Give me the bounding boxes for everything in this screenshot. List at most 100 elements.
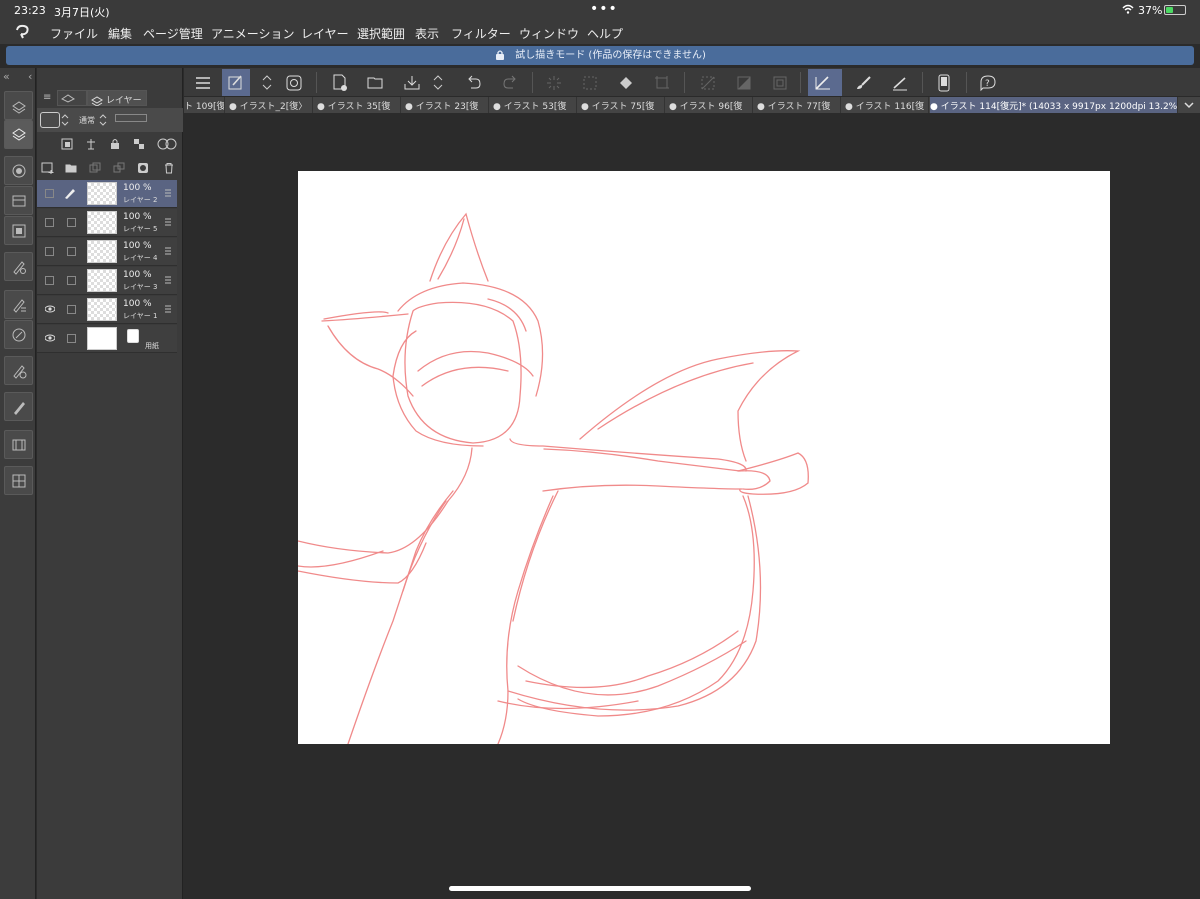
lock-layer-icon[interactable] [109, 138, 121, 150]
stepper-icon[interactable] [61, 113, 69, 127]
visibility-checkbox[interactable] [45, 247, 54, 256]
layer-menu-icon[interactable] [164, 246, 172, 256]
ruler-snap-button[interactable] [808, 69, 842, 96]
layer-menu-icon[interactable] [164, 304, 172, 314]
edit-mode-button[interactable] [222, 69, 250, 96]
blend-mode-swatch[interactable] [40, 112, 60, 128]
layer-row[interactable]: 100 % レイヤー 1 [37, 296, 177, 324]
document-tab[interactable]: ● イラスト 35[復 [317, 97, 401, 113]
layer-menu-icon[interactable] [164, 188, 172, 198]
menu-edit[interactable]: 編集 [108, 25, 132, 42]
merge-layer-icon[interactable] [113, 162, 125, 174]
new-file-button[interactable] [326, 69, 354, 96]
delete-layer-icon[interactable] [163, 162, 175, 174]
sub-view-button[interactable] [4, 216, 33, 245]
edit-target-checkbox[interactable] [67, 334, 76, 343]
menu-filter[interactable]: フィルター [451, 25, 511, 42]
reference-icon[interactable] [85, 138, 97, 150]
layer-menu-icon[interactable] [164, 275, 172, 285]
eye-icon[interactable] [45, 333, 55, 343]
invert-selection-button[interactable] [730, 69, 758, 96]
document-tab[interactable]: ● イラスト 53[復 [493, 97, 577, 113]
document-tab[interactable]: ● イラスト 116[復 [845, 97, 929, 113]
clear-selection-button[interactable] [540, 69, 568, 96]
fill-button[interactable] [612, 69, 640, 96]
open-file-button[interactable] [362, 69, 390, 96]
document-tab[interactable]: ● イラスト 23[復 [405, 97, 489, 113]
edit-target-checkbox[interactable] [67, 305, 76, 314]
menu-selection[interactable]: 選択範囲 [357, 25, 405, 42]
pen-tool-button[interactable] [4, 392, 33, 421]
menu-window[interactable]: ウィンドウ [519, 25, 579, 42]
layer-property-button[interactable] [4, 91, 33, 120]
help-button[interactable]: ? [974, 69, 1002, 96]
document-tab[interactable]: ● イラスト_2[復〉 [229, 97, 313, 113]
show-selection-button[interactable] [766, 69, 794, 96]
edit-target-checkbox[interactable] [67, 218, 76, 227]
paper-layer-row[interactable]: 用紙 [37, 325, 177, 353]
brush-size-button[interactable] [4, 356, 33, 385]
collapse-left-icon[interactable]: ‹ [28, 70, 32, 83]
document-tab[interactable]: ト 109[復 [184, 97, 225, 113]
undo-button[interactable] [460, 69, 488, 96]
layer-row[interactable]: 100 % レイヤー 3 [37, 267, 177, 295]
navigator-button[interactable] [4, 156, 33, 185]
visibility-checkbox[interactable] [45, 189, 54, 198]
timeline-button[interactable] [4, 430, 33, 459]
layer-row[interactable]: 100 % レイヤー 5 [37, 209, 177, 237]
eye-icon[interactable] [45, 304, 55, 314]
copy-layer-icon[interactable] [89, 162, 101, 174]
companion-mode-button[interactable] [280, 69, 308, 96]
layer-menu-icon[interactable] [164, 217, 172, 227]
tool-property-button[interactable] [4, 290, 33, 319]
opacity-slider[interactable] [115, 114, 147, 122]
menu-layer[interactable]: レイヤー [301, 25, 349, 42]
visibility-checkbox[interactable] [45, 218, 54, 227]
mode-stepper-icon[interactable] [262, 74, 272, 91]
edit-target-checkbox[interactable] [67, 276, 76, 285]
transform-button[interactable] [648, 69, 676, 96]
clip-icon[interactable] [61, 138, 73, 150]
clear-outside-button[interactable] [694, 69, 722, 96]
multitasking-dots[interactable]: ••• [590, 1, 618, 17]
save-button[interactable] [398, 69, 426, 96]
document-tab-active[interactable]: ● イラスト 114[復元]* (14033 x 9917px 1200dpi … [930, 97, 1178, 113]
home-indicator[interactable] [449, 886, 751, 891]
document-tab[interactable]: ● イラスト 96[復 [669, 97, 753, 113]
edit-target-checkbox[interactable] [67, 247, 76, 256]
document-tab[interactable]: ● イラスト 77[復 [757, 97, 841, 113]
tab-layer-property[interactable] [57, 90, 87, 106]
hamburger-menu-button[interactable] [189, 69, 217, 96]
layer-mask-icon[interactable] [137, 162, 149, 174]
blend-mode-select[interactable]: 通常 [79, 115, 95, 126]
special-ruler-button[interactable] [886, 69, 914, 96]
mask-toggle-icon[interactable] [157, 138, 179, 150]
tool-settings-button[interactable] [4, 252, 33, 281]
material-button[interactable] [4, 186, 33, 215]
menu-help[interactable]: ヘルプ [587, 25, 623, 42]
tab-layers[interactable]: レイヤー [87, 90, 147, 107]
page-manager-button[interactable] [4, 466, 33, 495]
blend-stepper-icon[interactable] [99, 113, 107, 127]
app-logo-icon[interactable] [14, 23, 32, 41]
canvas-page[interactable] [298, 171, 1110, 744]
menu-view[interactable]: 表示 [415, 25, 439, 42]
layer-row[interactable]: 100 % レイヤー 2 [37, 180, 177, 208]
sub-tool-button[interactable] [4, 320, 33, 349]
menu-animation[interactable]: アニメーション [211, 25, 295, 42]
new-raster-layer-icon[interactable] [41, 162, 55, 174]
chevron-down-icon[interactable] [1182, 98, 1196, 112]
menu-page[interactable]: ページ管理 [143, 25, 203, 42]
document-tab[interactable]: ● イラスト 75[復 [581, 97, 665, 113]
layer-palette-button[interactable] [4, 120, 33, 149]
collapse-panels-icon[interactable]: « [3, 70, 10, 83]
layer-row[interactable]: 100 % レイヤー 4 [37, 238, 177, 266]
new-folder-icon[interactable] [65, 162, 79, 174]
brush-button[interactable] [850, 69, 878, 96]
redo-button[interactable] [496, 69, 524, 96]
expand-selection-button[interactable] [576, 69, 604, 96]
smartphone-mode-button[interactable] [930, 69, 958, 96]
canvas-area[interactable] [184, 113, 1200, 899]
visibility-checkbox[interactable] [45, 276, 54, 285]
menu-file[interactable]: ファイル [50, 25, 98, 42]
